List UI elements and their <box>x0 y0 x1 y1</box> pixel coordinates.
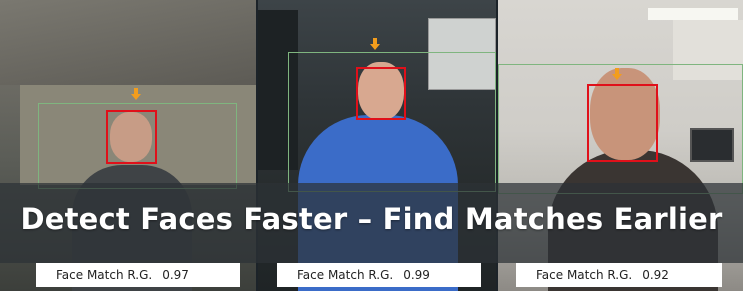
background-ceiling <box>0 0 256 85</box>
face-detection-box <box>356 67 406 120</box>
match-label-text: Face Match R.G. <box>56 268 153 282</box>
down-arrow-icon <box>612 68 622 80</box>
match-score: 0.97 <box>162 268 189 282</box>
face-match-label-1: Face Match R.G. 0.97 <box>36 263 240 287</box>
down-arrow-icon <box>131 88 141 100</box>
match-score: 0.99 <box>403 268 430 282</box>
background-light <box>648 8 738 20</box>
camera-strip: Detect Faces Faster – Find Matches Earli… <box>0 0 743 291</box>
match-label-text: Face Match R.G. <box>536 268 633 282</box>
face-detection-box <box>106 110 157 164</box>
face-match-label-2: Face Match R.G. 0.99 <box>277 263 481 287</box>
down-arrow-icon <box>370 38 380 50</box>
face-match-label-3: Face Match R.G. 0.92 <box>516 263 722 287</box>
face-detection-box <box>587 84 658 162</box>
match-label-text: Face Match R.G. <box>297 268 394 282</box>
match-score: 0.92 <box>642 268 669 282</box>
headline-text: Detect Faces Faster – Find Matches Earli… <box>20 202 723 236</box>
